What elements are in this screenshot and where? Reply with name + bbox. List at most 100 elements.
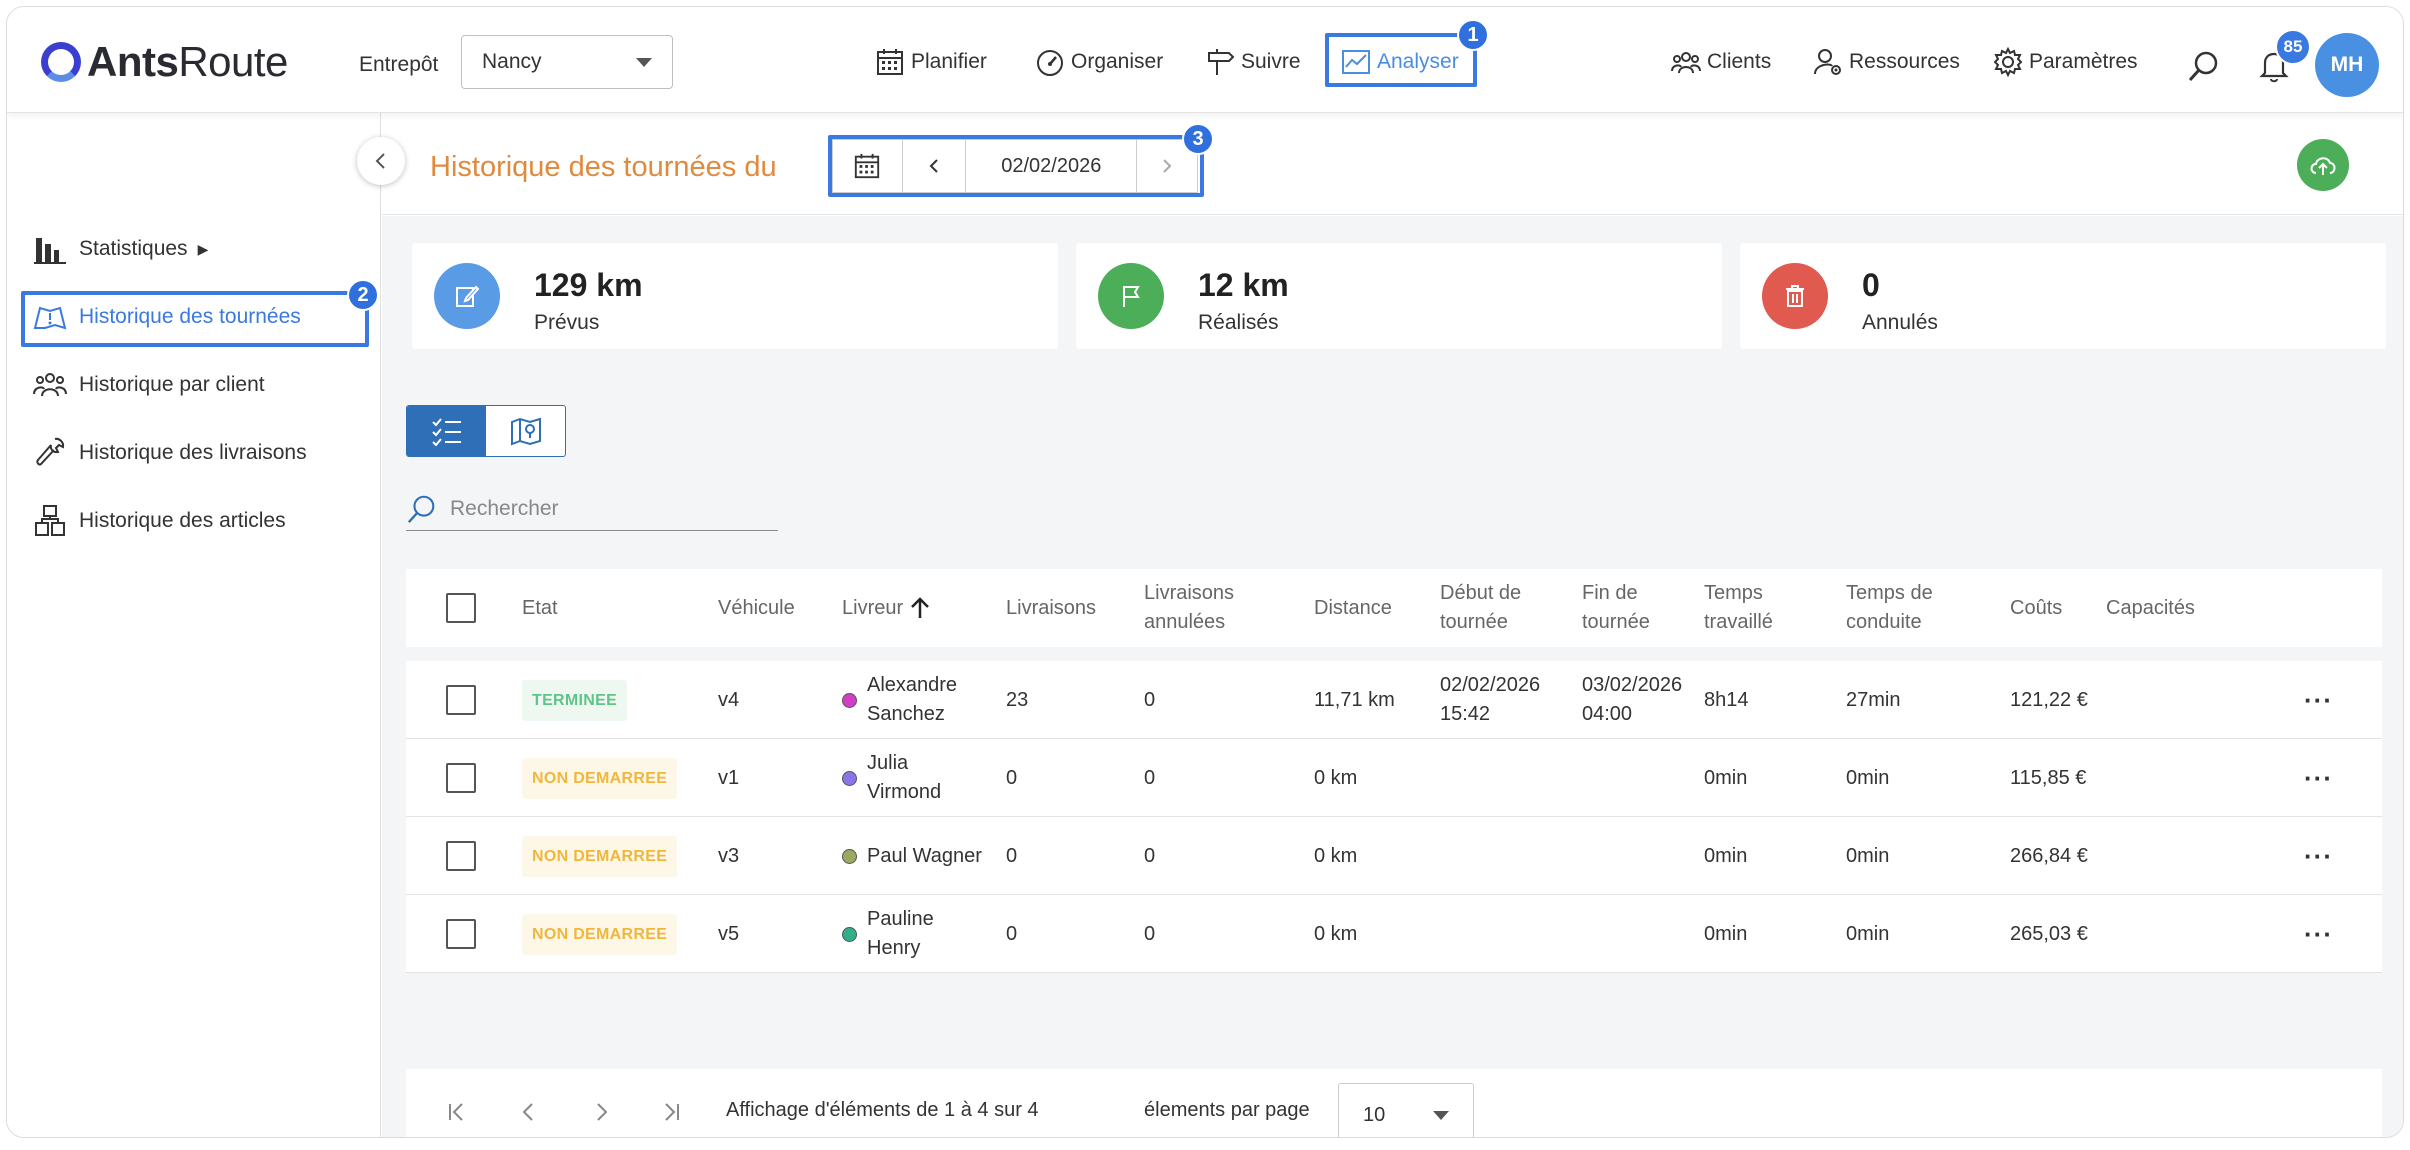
sidebar-item-historique-livraisons[interactable]: Historique des livraisons	[33, 431, 307, 475]
driver-name: Alexandre Sanchez	[867, 671, 957, 729]
sidebar-item-label: Historique des livraisons	[79, 441, 307, 464]
couts-cell: 266,84 €	[2010, 844, 2088, 867]
sidebar-item-label: Statistiques	[79, 237, 188, 260]
row-actions-button[interactable]: ···	[2304, 895, 2333, 973]
livreur-cell: Paul Wagner	[842, 817, 982, 895]
driver-name-line: Pauline	[867, 908, 934, 930]
vehicule-cell: v5	[718, 922, 740, 945]
sidebar-item-historique-articles[interactable]: Historique des articles	[33, 499, 286, 543]
table-row[interactable]: NON DEMARREE v1 Julia Virmond 0 0 0 km 0m…	[406, 739, 2382, 817]
row-actions-button[interactable]: ···	[2304, 817, 2333, 895]
row-checkbox[interactable]	[446, 919, 476, 949]
header-couts[interactable]: Coûts	[2010, 569, 2062, 647]
vehicule-cell: v3	[718, 844, 740, 867]
row-checkbox[interactable]	[446, 763, 476, 793]
last-page-button[interactable]	[656, 1097, 686, 1127]
row-checkbox-cell	[446, 661, 476, 739]
export-button[interactable]	[2297, 139, 2349, 191]
table-row[interactable]: NON DEMARREE v5 Pauline Henry 0 0 0 km 0m…	[406, 895, 2382, 973]
table-row[interactable]: TERMINEE v4 Alexandre Sanchez 23 0 11,71 …	[406, 661, 2382, 739]
status-cell: NON DEMARREE	[522, 739, 678, 817]
row-actions-button[interactable]: ···	[2304, 739, 2333, 817]
nav-parametres[interactable]: Paramètres	[1993, 45, 2138, 79]
header-label-line: tournée	[1582, 611, 1650, 633]
logo-text: AntsRoute	[87, 38, 288, 85]
stat-card-realises: 12 km Réalisés	[1076, 243, 1722, 349]
annulees-cell: 0	[1144, 688, 1156, 711]
per-page-select[interactable]: 10	[1338, 1083, 1474, 1137]
distance-cell: 0 km	[1314, 922, 1358, 945]
temps-travaille-cell: 0min	[1704, 922, 1748, 945]
annotation-box-1	[1325, 33, 1477, 87]
driver-name-line: Julia	[867, 752, 909, 774]
search-icon	[407, 495, 435, 523]
avatar[interactable]: MH	[2315, 33, 2379, 97]
trash-icon	[1786, 285, 1804, 307]
header-vehicule[interactable]: Véhicule	[718, 569, 795, 647]
stat-card-annules: 0 Annulés	[1740, 243, 2386, 349]
annulees-cell: 0	[1144, 844, 1156, 867]
header-capacites[interactable]: Capacités	[2106, 569, 2195, 647]
search-icon[interactable]	[2187, 49, 2221, 83]
driver-name: Paul Wagner	[867, 844, 982, 867]
sidebar-item-label: Historique des articles	[79, 509, 286, 532]
nav-organiser[interactable]: Organiser	[1035, 45, 1163, 79]
next-page-button[interactable]	[586, 1097, 616, 1127]
flag-icon	[1123, 286, 1140, 307]
nav-clients[interactable]: Clients	[1671, 45, 1771, 79]
couts-cell: 115,85 €	[2010, 766, 2087, 789]
header-livreur[interactable]: Livreur	[842, 569, 931, 647]
signpost-icon	[1208, 49, 1235, 75]
sidebar-collapse-button[interactable]	[357, 137, 405, 185]
nav-organiser-label: Organiser	[1071, 50, 1164, 73]
header-distance[interactable]: Distance	[1314, 569, 1392, 647]
list-view-button[interactable]	[407, 406, 486, 456]
first-page-icon	[449, 1103, 463, 1121]
header-debut[interactable]: Début de tournée	[1440, 569, 1521, 647]
table-row[interactable]: NON DEMARREE v3 Paul Wagner 0 0 0 km 0mi…	[406, 817, 2382, 895]
first-page-button[interactable]	[442, 1097, 472, 1127]
header-livraisons[interactable]: Livraisons	[1006, 569, 1096, 647]
sidebar-item-statistiques[interactable]: Statistiques ▶	[33, 227, 208, 271]
header-label-line: Début de	[1440, 582, 1522, 604]
header-etat[interactable]: Etat	[522, 569, 558, 647]
row-checkbox-cell	[446, 739, 476, 817]
annulees-cell: 0	[1144, 922, 1156, 945]
status-badge: TERMINEE	[522, 679, 628, 721]
notification-badge: 85	[2275, 29, 2311, 65]
annotation-badge-2: 2	[347, 279, 379, 311]
nav-suivre[interactable]: Suivre	[1205, 45, 1301, 79]
header-label-line: annulées	[1144, 611, 1226, 633]
search-input[interactable]	[450, 496, 750, 521]
header-temps-conduite[interactable]: Temps de conduite	[1846, 569, 1933, 647]
chevron-down-icon	[1433, 1110, 1449, 1120]
row-actions-button[interactable]: ···	[2304, 661, 2333, 739]
nav-ressources[interactable]: Ressources	[1813, 45, 1960, 79]
logo[interactable]: AntsRoute	[41, 37, 288, 87]
chevron-left-icon	[375, 153, 385, 169]
header-fin[interactable]: Fin de tournée	[1582, 569, 1650, 647]
chevron-down-icon	[636, 57, 652, 67]
livraisons-cell: 0	[1006, 922, 1018, 945]
row-checkbox[interactable]	[446, 685, 476, 715]
nav-planifier-label: Planifier	[911, 50, 987, 73]
select-all-checkbox[interactable]	[446, 593, 476, 623]
nav-planifier[interactable]: Planifier	[875, 45, 987, 79]
distance-cell: 0 km	[1314, 766, 1358, 789]
header-temps-travaille[interactable]: Temps travaillé	[1704, 569, 1773, 647]
previous-page-button[interactable]	[514, 1097, 544, 1127]
table-header: Etat Véhicule Livreur Livraisons Livrais…	[406, 569, 2382, 647]
driver-name: Julia Virmond	[867, 749, 941, 807]
sidebar-item-historique-client[interactable]: Historique par client	[33, 363, 265, 407]
driver-name: Pauline Henry	[867, 905, 934, 963]
status-badge: NON DEMARREE	[522, 835, 678, 877]
calendar-icon	[877, 49, 903, 75]
driver-color-dot	[842, 770, 857, 786]
row-checkbox[interactable]	[446, 841, 476, 871]
temps-conduite-cell: 0min	[1846, 844, 1890, 867]
couts-cell: 265,03 €	[2010, 922, 2088, 945]
entrepot-select[interactable]: Nancy	[461, 35, 673, 89]
map-view-button[interactable]	[486, 406, 565, 456]
entrepot-value: Nancy	[482, 50, 542, 73]
header-livraisons-annulees[interactable]: Livraisons annulées	[1144, 569, 1234, 647]
